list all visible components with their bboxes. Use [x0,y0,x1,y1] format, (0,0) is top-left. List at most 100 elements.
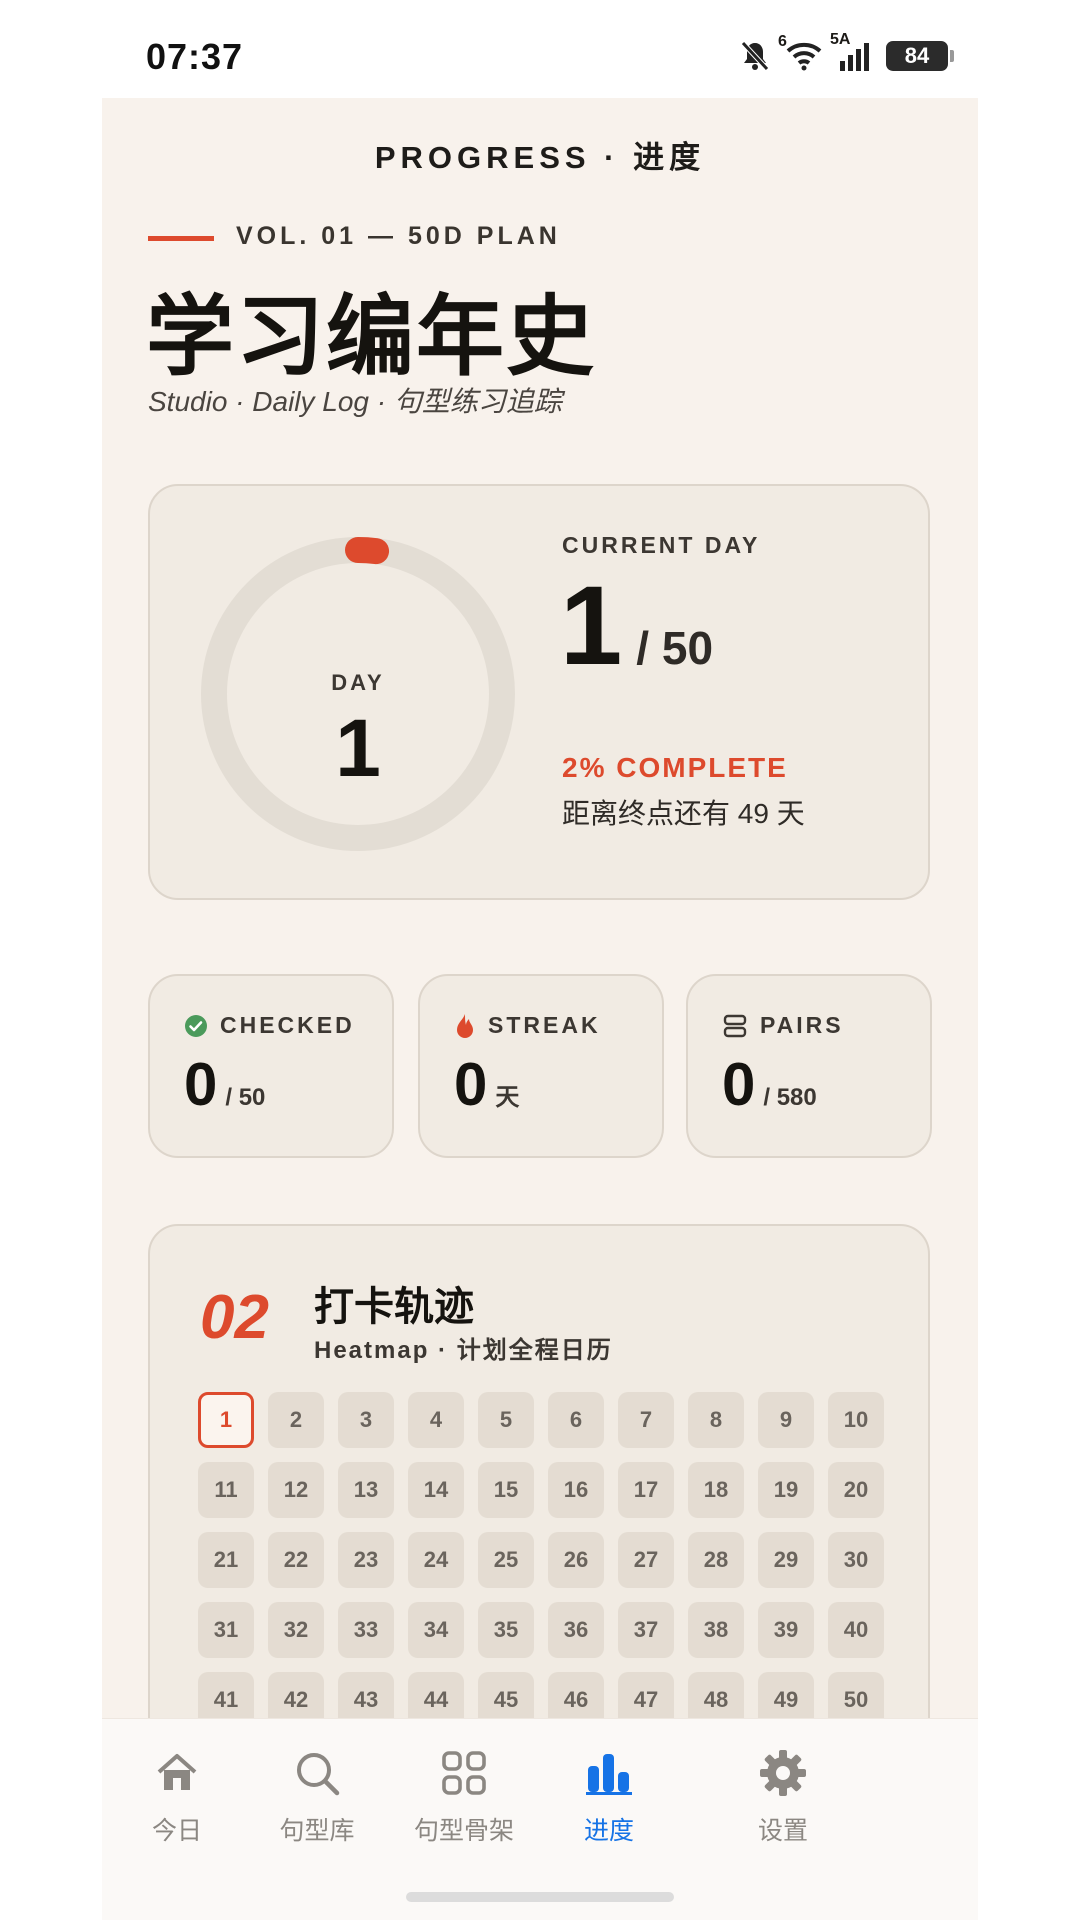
heatmap-day[interactable]: 14 [408,1462,464,1518]
stat-value-row: 0 天 [454,1050,519,1119]
stat-value: 0 [184,1051,218,1118]
stat-value-row: 0 / 580 [722,1050,817,1119]
home-indicator[interactable] [406,1892,674,1902]
grid-icon [389,1741,539,1805]
heatmap-day[interactable]: 5 [478,1392,534,1448]
ring-value: 1 [335,703,381,794]
heatmap-day[interactable]: 11 [198,1462,254,1518]
heatmap-day[interactable]: 7 [618,1392,674,1448]
status-time: 07:37 [146,36,244,77]
stat-card-streak: STREAK 0 天 [418,974,664,1158]
progress-card: DAY 1 CURRENT DAY 1 / 50 2% COMPLETE 距离终… [148,484,930,900]
subtitle: Studio · Daily Log · 句型练习追踪 [148,386,562,417]
heatmap-day[interactable]: 16 [548,1462,604,1518]
heatmap-day[interactable]: 18 [688,1462,744,1518]
stat-card-pairs: PAIRS 0 / 580 [686,974,932,1158]
wifi-icon: 6 [778,33,824,71]
heatmap-day[interactable]: 21 [198,1532,254,1588]
signal-icon: 5A [830,31,872,71]
heatmap-day[interactable]: 17 [618,1462,674,1518]
percent-complete: 2% COMPLETE [562,752,788,783]
heatmap-day[interactable]: 40 [828,1602,884,1658]
nav-item-sentence-library[interactable]: 句型库 [242,1741,392,1847]
heatmap-day[interactable]: 26 [548,1532,604,1588]
stat-card-checked: CHECKED 0 / 50 [148,974,394,1158]
heatmap-day[interactable]: 36 [548,1602,604,1658]
heatmap-title: 打卡轨迹 [314,1285,474,1329]
heatmap-day[interactable]: 9 [758,1392,814,1448]
heatmap-day[interactable]: 30 [828,1532,884,1588]
heatmap-day[interactable]: 13 [338,1462,394,1518]
section-number: 02 [200,1283,269,1352]
nav-label: 进度 [583,1817,634,1845]
progress-arc [345,537,390,565]
stack-icon [723,1014,747,1037]
flame-icon [457,1013,473,1038]
heatmap-day[interactable]: 31 [198,1602,254,1658]
stat-label: PAIRS [760,1012,844,1038]
stat-value: 0 [454,1051,488,1118]
heatmap-day[interactable]: 2 [268,1392,324,1448]
heatmap-day[interactable]: 39 [758,1602,814,1658]
heatmap-day[interactable]: 10 [828,1392,884,1448]
nav-label: 今日 [151,1817,202,1845]
heatmap-day[interactable]: 6 [548,1392,604,1448]
heatmap-day[interactable]: 4 [408,1392,464,1448]
stat-suffix: 天 [495,1084,520,1111]
heatmap-day[interactable]: 22 [268,1532,324,1588]
battery-icon: 84 [886,41,954,71]
search-icon [242,1741,392,1805]
status-bar: 07:37 6 5A 84 [0,0,1080,98]
heatmap-day[interactable]: 35 [478,1602,534,1658]
heatmap-day[interactable]: 33 [338,1602,394,1658]
heatmap-day[interactable]: 32 [268,1602,324,1658]
stat-header: PAIRS [722,1012,844,1039]
heatmap-day-current[interactable]: 1 [198,1392,254,1448]
nav-label: 句型骨架 [413,1817,514,1845]
stat-value-row: 0 / 50 [184,1050,265,1119]
heatmap-day[interactable]: 23 [338,1532,394,1588]
main-title: 学习编年史 [146,287,597,386]
page-title: PROGRESS · 进度 [374,140,706,175]
home-icon [102,1741,252,1805]
nav-item-progress[interactable]: 进度 [534,1741,684,1847]
current-day-row: 1 / 50 [560,570,713,682]
current-day-label: CURRENT DAY [562,532,761,558]
bell-muted-icon [740,40,770,72]
gear-icon [708,1741,858,1805]
volume-label: VOL. 01 — 50D PLAN [236,222,561,250]
heatmap-day[interactable]: 3 [338,1392,394,1448]
heatmap-grid: 1 2 3 4 5 6 7 8 9 10 11 12 13 14 15 16 17 18 19 20 21 22 23 24 2… [198,1392,884,1728]
heatmap-day[interactable]: 20 [828,1462,884,1518]
heatmap-day[interactable]: 12 [268,1462,324,1518]
bottom-nav: 今日 句型库 句型骨架 进度 设置 [102,1718,978,1920]
heatmap-day[interactable]: 34 [408,1602,464,1658]
current-day-total: / 50 [636,622,714,674]
heatmap-day[interactable]: 19 [758,1462,814,1518]
status-icons: 6 5A 84 [740,31,954,72]
heatmap-day[interactable]: 37 [618,1602,674,1658]
heatmap-day[interactable]: 27 [618,1532,674,1588]
heatmap-day[interactable]: 28 [688,1532,744,1588]
stat-header: CHECKED [184,1012,355,1039]
nav-item-today[interactable]: 今日 [102,1741,252,1847]
battery-level: 84 [904,43,930,68]
nav-label: 句型库 [279,1817,355,1845]
heatmap-day[interactable]: 38 [688,1602,744,1658]
heatmap-day[interactable]: 24 [408,1532,464,1588]
nav-item-settings[interactable]: 设置 [708,1741,858,1847]
heatmap-day[interactable]: 15 [478,1462,534,1518]
stat-suffix: / 580 [763,1084,817,1111]
stat-value: 0 [722,1051,756,1118]
heatmap-subtitle: Heatmap · 计划全程日历 [314,1337,613,1364]
nav-item-sentence-framework[interactable]: 句型骨架 [389,1741,539,1847]
accent-rule [148,236,214,241]
app-screen: PROGRESS · 进度 VOL. 01 — 50D PLAN 学习编年史 S… [102,98,978,1920]
heatmap-day[interactable]: 29 [758,1532,814,1588]
stat-suffix: / 50 [225,1084,266,1111]
wifi-generation: 6 [778,33,787,50]
stat-header: STREAK [454,1012,601,1039]
heatmap-day[interactable]: 8 [688,1392,744,1448]
heatmap-day[interactable]: 25 [478,1532,534,1588]
check-circle-icon [185,1014,207,1037]
